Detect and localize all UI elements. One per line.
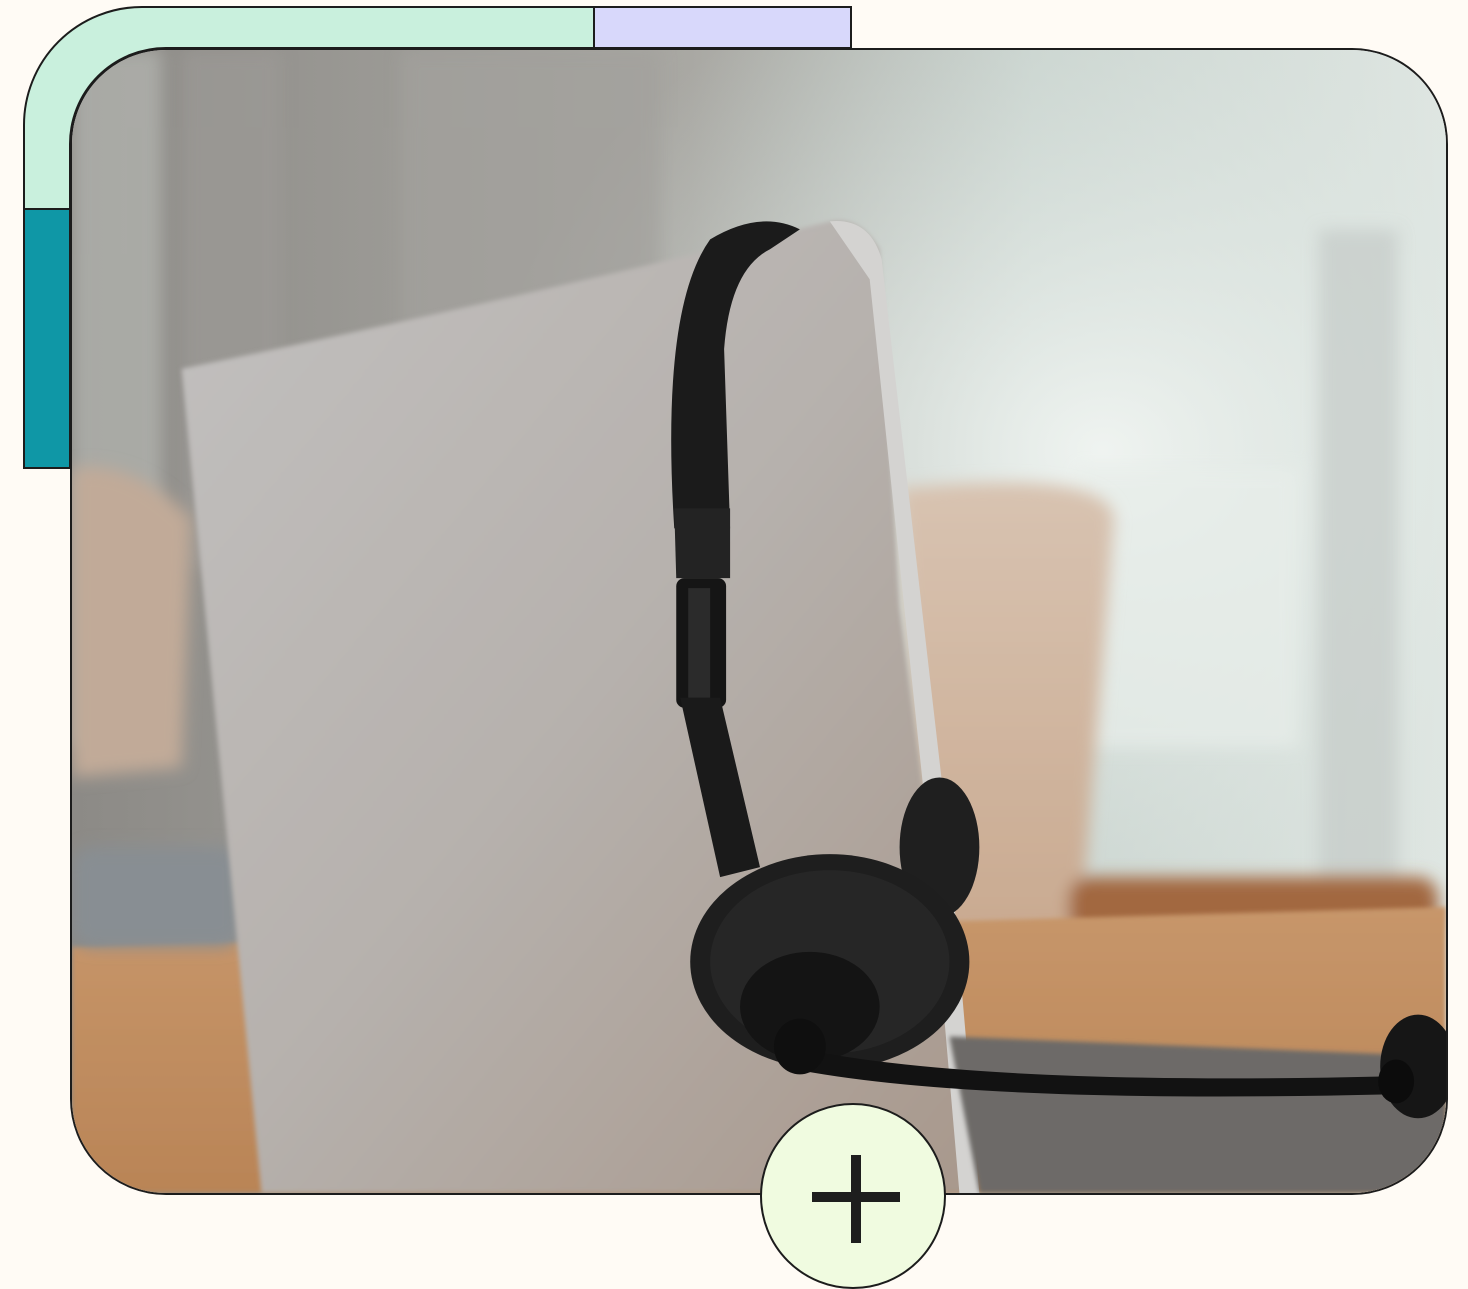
teal-accent-block — [23, 208, 71, 469]
hero-illustration — [0, 0, 1468, 1289]
plus-icon-vertical — [851, 1155, 861, 1243]
add-button[interactable] — [760, 1103, 946, 1289]
lavender-accent-block — [593, 6, 852, 49]
photo-laptop-headset — [70, 48, 1448, 1195]
photo-image — [72, 50, 1446, 1193]
